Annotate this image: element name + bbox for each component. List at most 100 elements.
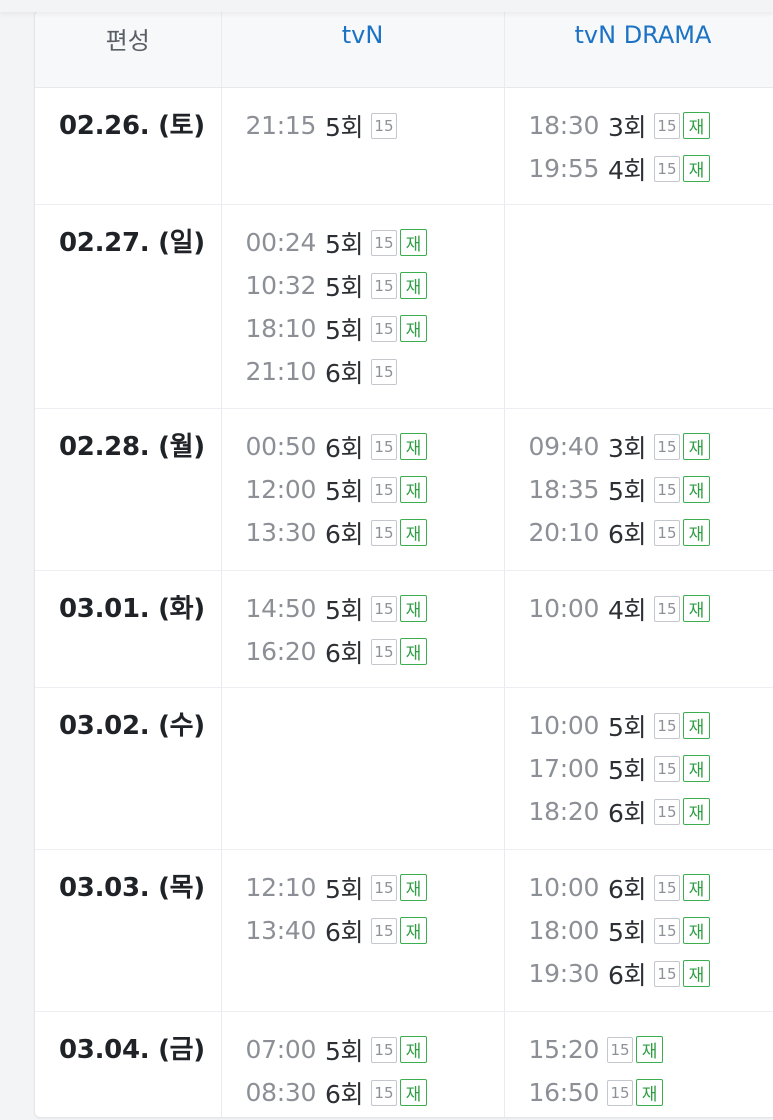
tvn-drama-slots-cell: 09:40 3회 15 재 18:35 5회 15 재 20:10 6회 15 재 xyxy=(503,408,773,571)
broadcast-slot[interactable]: 09:40 3회 15 재 xyxy=(529,425,773,468)
episode-number: 3회 xyxy=(608,112,646,142)
air-time: 13:30 xyxy=(245,518,317,547)
schedule-row: 02.28. (월) 00:50 6회 15 재 12:00 5회 15 재 13:30 6회 15 재… xyxy=(35,408,773,571)
age-rating-badge: 15 xyxy=(653,112,680,139)
air-time: 21:10 xyxy=(245,357,317,386)
schedule-row: 02.27. (일) 00:24 5회 15 재 10:32 5회 15 재 18:10 5회 15 재… xyxy=(35,204,773,409)
broadcast-slot[interactable]: 13:40 6회 15 재 xyxy=(246,909,504,952)
air-time: 12:00 xyxy=(245,475,317,504)
episode-number: 5회 xyxy=(608,476,646,506)
air-date: 02.26. (토) xyxy=(35,87,221,205)
rerun-badge: 재 xyxy=(682,595,710,622)
broadcast-slot[interactable]: 14:50 5회 15 재 xyxy=(246,587,504,630)
broadcast-slot[interactable]: 15:20 15 재 xyxy=(529,1028,773,1071)
broadcast-slot[interactable]: 18:30 3회 15 재 xyxy=(529,104,773,147)
episode-number: 5회 xyxy=(325,272,363,302)
age-rating-badge: 15 xyxy=(653,155,680,182)
broadcast-slot[interactable]: 16:20 6회 15 재 xyxy=(246,630,504,673)
age-rating-badge: 15 xyxy=(370,433,397,460)
age-rating-badge: 15 xyxy=(607,1036,634,1063)
broadcast-slot[interactable]: 17:00 5회 15 재 xyxy=(529,747,773,790)
broadcast-slot[interactable]: 12:10 5회 15 재 xyxy=(246,866,504,909)
rerun-badge: 재 xyxy=(636,1079,664,1106)
rerun-badge: 재 xyxy=(682,433,710,460)
air-time: 10:00 xyxy=(528,594,600,623)
broadcast-slot[interactable]: 07:00 5회 15 재 xyxy=(246,1028,504,1071)
air-time: 16:50 xyxy=(528,1078,600,1107)
age-rating-badge: 15 xyxy=(370,874,397,901)
age-rating-badge: 15 xyxy=(653,755,680,782)
broadcast-slot[interactable]: 18:35 5회 15 재 xyxy=(529,468,773,511)
rerun-badge: 재 xyxy=(682,874,710,901)
rerun-badge: 재 xyxy=(399,917,427,944)
air-time: 20:10 xyxy=(528,518,600,547)
rerun-badge: 재 xyxy=(682,519,710,546)
broadcast-slot[interactable]: 18:10 5회 15 재 xyxy=(246,307,504,350)
age-rating-badge: 15 xyxy=(653,874,680,901)
broadcast-slot[interactable]: 00:24 5회 15 재 xyxy=(246,221,504,264)
episode-number: 6회 xyxy=(325,358,363,388)
tvn-slots-cell: 00:24 5회 15 재 10:32 5회 15 재 18:10 5회 15 재 21:10 6회 15 xyxy=(220,204,504,409)
tvn-drama-slots-cell: 10:00 6회 15 재 18:00 5회 15 재 19:30 6회 15 재 xyxy=(503,849,773,1012)
age-rating-badge: 15 xyxy=(653,476,680,503)
broadcast-slot[interactable]: 18:20 6회 15 재 xyxy=(529,790,773,833)
broadcast-slot[interactable]: 21:15 5회 15 xyxy=(246,104,504,147)
episode-number: 5회 xyxy=(325,874,363,904)
air-time: 12:10 xyxy=(245,873,317,902)
broadcast-slot[interactable]: 10:32 5회 15 재 xyxy=(246,264,504,307)
age-rating-badge: 15 xyxy=(370,112,397,139)
air-time: 18:00 xyxy=(528,916,600,945)
broadcast-slot[interactable]: 19:30 6회 15 재 xyxy=(529,952,773,995)
broadcast-slot[interactable]: 16:50 15 재 xyxy=(529,1071,773,1114)
tvn-drama-slots-cell xyxy=(503,204,773,409)
rerun-badge: 재 xyxy=(399,1036,427,1063)
broadcast-slot[interactable]: 21:10 6회 15 xyxy=(246,350,504,393)
air-time: 15:20 xyxy=(528,1035,600,1064)
broadcast-slot[interactable]: 10:00 4회 15 재 xyxy=(529,587,773,630)
air-time: 18:10 xyxy=(245,314,317,343)
age-rating-badge: 15 xyxy=(370,1079,397,1106)
age-rating-badge: 15 xyxy=(370,229,397,256)
rerun-badge: 재 xyxy=(636,1036,664,1063)
age-rating-badge: 15 xyxy=(370,476,397,503)
broadcast-slot[interactable]: 19:55 4회 15 재 xyxy=(529,147,773,190)
broadcast-slot[interactable]: 18:00 5회 15 재 xyxy=(529,909,773,952)
episode-number: 5회 xyxy=(608,917,646,947)
schedule-row: 03.01. (화) 14:50 5회 15 재 16:20 6회 15 재 10:00 4회 15 재 xyxy=(35,570,773,688)
air-date: 02.28. (월) xyxy=(35,408,221,571)
tvn-slots-cell: 21:15 5회 15 xyxy=(220,87,504,205)
air-time: 08:30 xyxy=(245,1078,317,1107)
episode-number: 6회 xyxy=(325,1079,363,1109)
age-rating-badge: 15 xyxy=(370,358,397,385)
rerun-badge: 재 xyxy=(399,519,427,546)
episode-number: 6회 xyxy=(325,917,363,947)
schedule-row: 03.02. (수) 10:00 5회 15 재 17:00 5회 15 재 18:20 6회 15 재 xyxy=(35,687,773,850)
rerun-badge: 재 xyxy=(399,638,427,665)
episode-number: 6회 xyxy=(608,960,646,990)
header-channel-tvn-drama[interactable]: tvN DRAMA xyxy=(503,11,773,88)
air-time: 00:50 xyxy=(245,432,317,461)
schedule-header: 편성 tvN tvN DRAMA xyxy=(35,11,773,88)
broadcast-slot[interactable]: 13:30 6회 15 재 xyxy=(246,511,504,554)
episode-number: 5회 xyxy=(325,315,363,345)
tvn-drama-slots-cell: 18:30 3회 15 재 19:55 4회 15 재 xyxy=(503,87,773,205)
broadcast-slot[interactable]: 12:00 5회 15 재 xyxy=(246,468,504,511)
rerun-badge: 재 xyxy=(682,112,710,139)
episode-number: 6회 xyxy=(608,519,646,549)
broadcast-slot[interactable]: 10:00 6회 15 재 xyxy=(529,866,773,909)
broadcast-schedule-table: 편성 tvN tvN DRAMA 02.26. (토) 21:15 5회 15 18:3… xyxy=(35,11,773,1117)
header-date-column: 편성 xyxy=(35,11,221,88)
broadcast-slot[interactable]: 08:30 6회 15 재 xyxy=(246,1071,504,1114)
broadcast-slot[interactable]: 20:10 6회 15 재 xyxy=(529,511,773,554)
tvn-slots-cell: 00:50 6회 15 재 12:00 5회 15 재 13:30 6회 15 재 xyxy=(220,408,504,571)
schedule-row: 02.26. (토) 21:15 5회 15 18:30 3회 15 재 19:55 4회 15 재 xyxy=(35,87,773,205)
header-channel-tvn[interactable]: tvN xyxy=(220,11,504,88)
air-date: 03.02. (수) xyxy=(35,687,221,850)
age-rating-badge: 15 xyxy=(370,1036,397,1063)
air-time: 19:30 xyxy=(528,959,600,988)
broadcast-slot[interactable]: 00:50 6회 15 재 xyxy=(246,425,504,468)
tvn-slots-cell: 07:00 5회 15 재 08:30 6회 15 재 xyxy=(220,1011,504,1117)
broadcast-slot[interactable]: 10:00 5회 15 재 xyxy=(529,704,773,747)
rerun-badge: 재 xyxy=(682,476,710,503)
rerun-badge: 재 xyxy=(399,315,427,342)
